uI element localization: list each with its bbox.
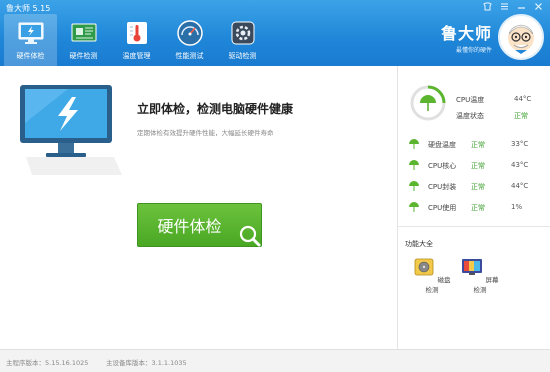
tab-label: 硬件体检 (16, 52, 45, 60)
skin-icon[interactable] (482, 2, 493, 11)
brand-slogan: 最懂你的硬件 (455, 47, 492, 54)
row-value: 44°C (511, 182, 529, 190)
umbrella-icon (409, 202, 419, 212)
main-version: 主程序版本：5.15.16.1025 (6, 359, 89, 367)
hardware-checkup-button[interactable]: 硬件体检 (137, 203, 262, 247)
umbrella-icon (409, 160, 419, 170)
tab-hardware-checkup[interactable]: 硬件体检 (4, 14, 57, 66)
screen-check-icon (462, 259, 483, 275)
brand-name: 鲁大师 (440, 24, 492, 43)
brand: 鲁大师 最懂你的硬件 (441, 20, 492, 54)
top-bar: 鲁大师 5.15 硬件体检 硬件检测 温度管理 性能测试 驱动检测 鲁大师 最懂… (0, 0, 550, 66)
row-status: 正常 (471, 183, 485, 191)
tab-label: 性能测试 (175, 52, 204, 60)
status-bar: 主程序版本：5.15.16.1025 主设备库版本：3.1.1.1035 (0, 349, 550, 372)
tools-section-title: 功能大全 (405, 240, 433, 248)
app-title: 鲁大师 5.15 (6, 4, 51, 13)
row-label: CPU核心 (428, 162, 457, 170)
row-label: CPU封装 (428, 183, 457, 191)
umbrella-icon (409, 181, 419, 191)
magnifier-icon (239, 225, 261, 247)
temp-status-label: 温度状态 (456, 112, 484, 120)
main-panel: 立即体检，检测电脑硬件健康 定期体检有效提升硬件性能，大幅延长硬件寿命 硬件体检 (0, 66, 397, 349)
disk-check-icon (415, 258, 434, 276)
cpu-temp-label: CPU温度 (456, 96, 485, 104)
minimize-icon[interactable] (516, 2, 527, 11)
menu-icon[interactable] (499, 2, 510, 11)
row-label: CPU使用 (428, 204, 457, 212)
disk-check-tool[interactable]: 磁盘检测 (412, 257, 452, 294)
temp-status-value: 正常 (514, 112, 528, 120)
db-version: 主设备库版本：3.1.1.1035 (106, 359, 187, 367)
list-item: 硬盘温度 正常 33°C (408, 138, 548, 150)
speedometer-icon (176, 20, 203, 46)
tab-temperature[interactable]: 温度管理 (110, 14, 163, 66)
tab-label: 硬件检测 (69, 52, 98, 60)
close-icon[interactable] (533, 2, 544, 11)
divider (398, 226, 550, 227)
list-item: CPU使用 正常 1% (408, 201, 548, 213)
page-subtitle: 定期体检有效提升硬件性能，大幅延长硬件寿命 (137, 129, 274, 137)
tab-label: 驱动检测 (228, 52, 257, 60)
mascot-avatar[interactable] (498, 14, 544, 60)
row-value: 33°C (511, 140, 529, 148)
row-value: 43°C (511, 161, 529, 169)
row-status: 正常 (471, 204, 485, 212)
main-nav: 硬件体检 硬件检测 温度管理 性能测试 驱动检测 (4, 14, 269, 66)
window-controls (482, 2, 544, 11)
row-label: 硬盘温度 (428, 141, 456, 149)
monitor-bolt-icon (20, 85, 122, 175)
side-panel: CPU温度 44°C 温度状态 正常 硬盘温度 正常 33°C CPU核心 正常… (397, 66, 550, 349)
list-item: CPU核心 正常 43°C (408, 159, 548, 171)
tab-driver[interactable]: 驱动检测 (216, 14, 269, 66)
screen-check-tool[interactable]: 屏幕检测 (460, 257, 500, 294)
tool-label: 磁盘检测 (425, 276, 451, 294)
monitor-bolt-icon (18, 22, 43, 44)
check-button-label: 硬件体检 (157, 217, 222, 236)
row-status: 正常 (471, 162, 485, 170)
tab-hardware-detect[interactable]: 硬件检测 (57, 14, 110, 66)
umbrella-icon (409, 139, 419, 149)
thermometer-icon (126, 22, 147, 44)
gear-box-icon (231, 21, 254, 45)
tab-performance[interactable]: 性能测试 (163, 14, 216, 66)
row-status: 正常 (471, 141, 485, 149)
circuit-board-icon (71, 23, 96, 42)
list-item: CPU封装 正常 44°C (408, 180, 548, 192)
tool-label: 屏幕检测 (473, 276, 499, 294)
page-title: 立即体检，检测电脑硬件健康 (137, 102, 294, 116)
row-value: 1% (511, 203, 523, 211)
cpu-temp-value: 44°C (514, 95, 532, 103)
tab-label: 温度管理 (122, 52, 151, 60)
temperature-gauge-icon (410, 85, 446, 121)
